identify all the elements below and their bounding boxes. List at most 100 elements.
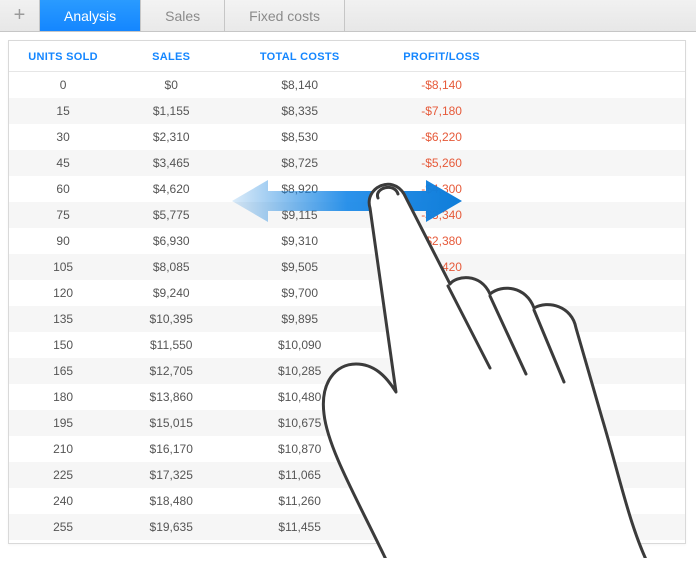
cell-costs: $10,285 (225, 358, 374, 384)
cell-blank (509, 98, 685, 124)
cell-units: 135 (9, 306, 117, 332)
cell-pl: -$6,220 (374, 124, 509, 150)
cell-costs: $11,455 (225, 514, 374, 540)
cell-pl (374, 410, 509, 436)
cell-pl: -$2,380 (374, 228, 509, 254)
cell-costs: $10,870 (225, 436, 374, 462)
cell-blank (509, 150, 685, 176)
table-row: 60$4,620$8,920-$4,300 (9, 176, 685, 202)
cell-pl (374, 514, 509, 540)
cell-pl: -$5,260 (374, 150, 509, 176)
cell-pl: -$7,180 (374, 98, 509, 124)
cell-costs: $8,725 (225, 150, 374, 176)
cell-sales: $10,395 (117, 306, 225, 332)
cell-costs: $10,480 (225, 384, 374, 410)
cell-costs: $10,090 (225, 332, 374, 358)
table-row: 150$11,550$10,090 (9, 332, 685, 358)
cell-blank (509, 306, 685, 332)
cell-blank (509, 462, 685, 488)
cell-units: 210 (9, 436, 117, 462)
cell-pl (374, 462, 509, 488)
cell-blank (509, 72, 685, 99)
cell-units: 240 (9, 488, 117, 514)
table-row: 135$10,395$9,895 (9, 306, 685, 332)
table-row: 120$9,240$9,700 (9, 280, 685, 306)
cell-sales: $0 (117, 72, 225, 99)
cell-costs: $9,505 (225, 254, 374, 280)
plus-icon: + (14, 4, 26, 27)
tab-analysis[interactable]: Analysis (40, 0, 141, 31)
table-row: 105$8,085$9,505-$1,420 (9, 254, 685, 280)
cell-blank (509, 358, 685, 384)
tab-bar: + Analysis Sales Fixed costs (0, 0, 696, 32)
col-profit-loss: PROFIT/LOSS (374, 41, 509, 72)
table-header-row: UNITS SOLD SALES TOTAL COSTS PROFIT/LOSS (9, 41, 685, 72)
cell-blank (509, 176, 685, 202)
cell-sales: $19,635 (117, 514, 225, 540)
cell-blank (509, 410, 685, 436)
table-row: 75$5,775$9,115-$3,340 (9, 202, 685, 228)
add-tab-button[interactable]: + (0, 0, 40, 31)
cell-units: 90 (9, 228, 117, 254)
cell-units: 75 (9, 202, 117, 228)
col-units-sold: UNITS SOLD (9, 41, 117, 72)
cell-units: 150 (9, 332, 117, 358)
cell-sales: $11,550 (117, 332, 225, 358)
col-blank (509, 41, 685, 72)
table-row: 90$6,930$9,310-$2,380 (9, 228, 685, 254)
table-row: 180$13,860$10,480 (9, 384, 685, 410)
cell-sales: $18,480 (117, 488, 225, 514)
col-sales: SALES (117, 41, 225, 72)
cell-units: 255 (9, 514, 117, 540)
tab-label: Fixed costs (249, 8, 320, 24)
cell-blank (509, 384, 685, 410)
cell-sales: $16,170 (117, 436, 225, 462)
cell-costs: $8,530 (225, 124, 374, 150)
cell-costs: $11,260 (225, 488, 374, 514)
cell-pl: -$3,340 (374, 202, 509, 228)
cell-pl (374, 436, 509, 462)
cell-sales: $5,775 (117, 202, 225, 228)
table-row: 45$3,465$8,725-$5,260 (9, 150, 685, 176)
cell-costs: $9,115 (225, 202, 374, 228)
cell-costs: $8,335 (225, 98, 374, 124)
cell-costs: $11,065 (225, 462, 374, 488)
table-panel[interactable]: UNITS SOLD SALES TOTAL COSTS PROFIT/LOSS… (8, 40, 686, 544)
cell-blank (509, 436, 685, 462)
cell-sales: $17,325 (117, 462, 225, 488)
cell-blank (509, 488, 685, 514)
cell-blank (509, 280, 685, 306)
cell-units: 195 (9, 410, 117, 436)
cell-sales: $1,155 (117, 98, 225, 124)
tab-sales[interactable]: Sales (141, 0, 225, 31)
cell-blank (509, 514, 685, 540)
cell-costs: $9,700 (225, 280, 374, 306)
cell-units: 180 (9, 384, 117, 410)
table-row: 30$2,310$8,530-$6,220 (9, 124, 685, 150)
cell-sales: $13,860 (117, 384, 225, 410)
cell-blank (509, 202, 685, 228)
cell-costs: $9,310 (225, 228, 374, 254)
cell-units: 120 (9, 280, 117, 306)
tab-label: Sales (165, 8, 200, 24)
cell-units: 165 (9, 358, 117, 384)
cell-costs: $8,920 (225, 176, 374, 202)
analysis-table: UNITS SOLD SALES TOTAL COSTS PROFIT/LOSS… (9, 41, 685, 540)
cell-pl (374, 384, 509, 410)
cell-sales: $9,240 (117, 280, 225, 306)
table-row: 210$16,170$10,870 (9, 436, 685, 462)
cell-blank (509, 254, 685, 280)
table-row: 0$0$8,140-$8,140 (9, 72, 685, 99)
cell-units: 45 (9, 150, 117, 176)
cell-units: 60 (9, 176, 117, 202)
cell-sales: $2,310 (117, 124, 225, 150)
cell-sales: $12,705 (117, 358, 225, 384)
cell-sales: $4,620 (117, 176, 225, 202)
cell-costs: $9,895 (225, 306, 374, 332)
tab-fixed-costs[interactable]: Fixed costs (225, 0, 345, 31)
table-row: 255$19,635$11,455 (9, 514, 685, 540)
cell-sales: $3,465 (117, 150, 225, 176)
cell-blank (509, 228, 685, 254)
cell-sales: $8,085 (117, 254, 225, 280)
cell-pl (374, 332, 509, 358)
